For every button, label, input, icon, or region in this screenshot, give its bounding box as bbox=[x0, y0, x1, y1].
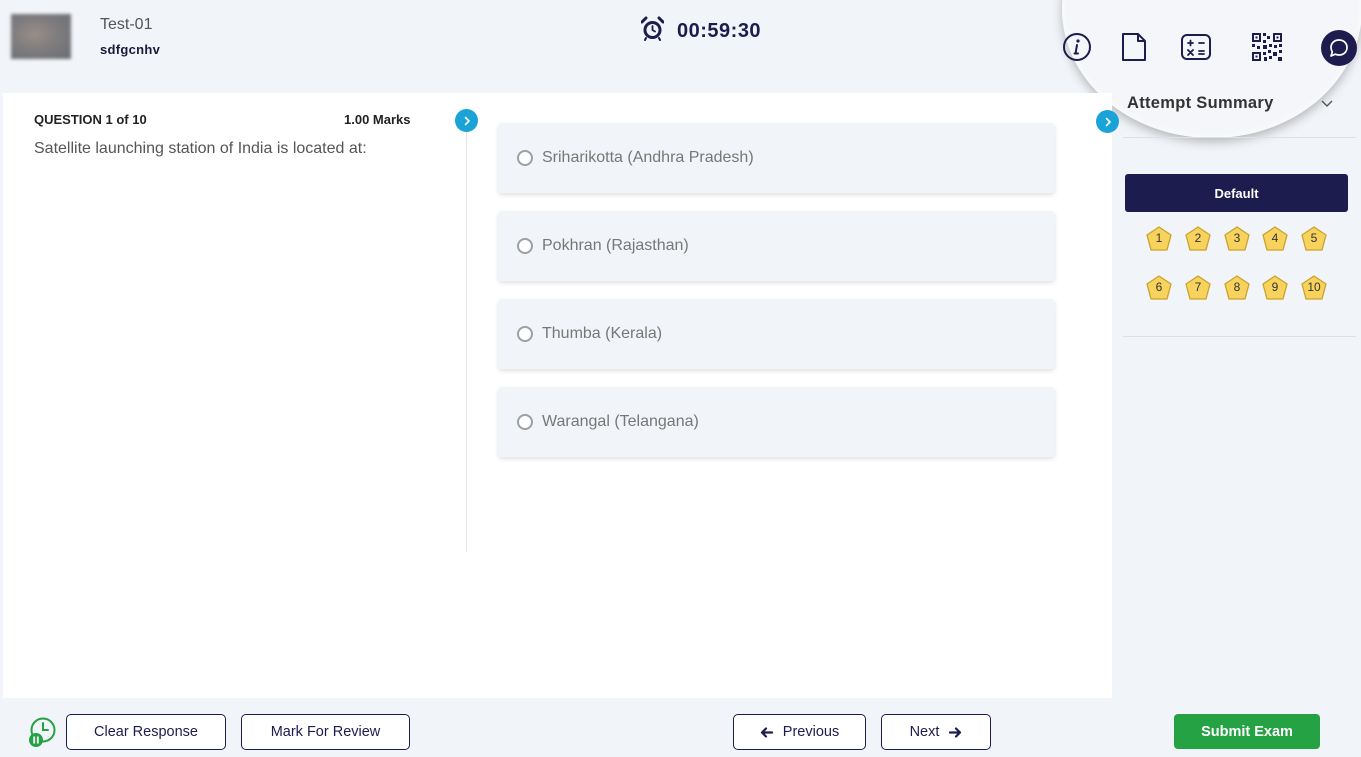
option-label: Warangal (Telangana) bbox=[542, 413, 699, 430]
question-badge-label: 9 bbox=[1271, 280, 1279, 294]
section-default-button[interactable]: Default bbox=[1125, 174, 1348, 212]
expand-question-button[interactable] bbox=[455, 109, 478, 132]
pause-timer-icon[interactable] bbox=[27, 716, 59, 748]
chevron-right-icon bbox=[464, 116, 470, 125]
option-2[interactable]: Pokhran (Rajasthan) bbox=[498, 211, 1055, 281]
user-name: sdfgcnhv bbox=[100, 42, 161, 57]
mark-for-review-label: Mark For Review bbox=[270, 724, 381, 740]
chevron-down-icon[interactable] bbox=[1321, 96, 1333, 114]
calculator-icon[interactable] bbox=[1180, 31, 1212, 63]
question-badge-5[interactable]: 5 bbox=[1300, 225, 1328, 253]
radio-button[interactable] bbox=[517, 414, 533, 430]
submit-exam-button[interactable]: Submit Exam bbox=[1174, 714, 1320, 749]
option-3[interactable]: Thumba (Kerala) bbox=[498, 299, 1055, 369]
arrow-left-icon bbox=[760, 726, 773, 738]
option-label: Sriharikotta (Andhra Pradesh) bbox=[542, 149, 754, 166]
avatar bbox=[11, 14, 71, 59]
question-badge-9[interactable]: 9 bbox=[1261, 274, 1289, 302]
option-4[interactable]: Warangal (Telangana) bbox=[498, 387, 1055, 457]
arrow-right-icon bbox=[949, 726, 962, 738]
alarm-clock-icon bbox=[640, 16, 665, 46]
option-1[interactable]: Sriharikotta (Andhra Pradesh) bbox=[498, 123, 1055, 193]
next-button[interactable]: Next bbox=[881, 714, 991, 750]
question-badge-label: 6 bbox=[1155, 280, 1163, 294]
next-label: Next bbox=[909, 724, 940, 740]
question-badge-label: 5 bbox=[1310, 231, 1318, 245]
option-label: Pokhran (Rajasthan) bbox=[542, 237, 689, 254]
previous-button[interactable]: Previous bbox=[733, 714, 866, 750]
question-badge-label: 8 bbox=[1233, 280, 1241, 294]
qr-code-icon[interactable] bbox=[1251, 31, 1283, 63]
question-badge-label: 10 bbox=[1307, 280, 1321, 294]
clear-response-label: Clear Response bbox=[94, 724, 198, 740]
question-badge-label: 1 bbox=[1155, 231, 1163, 245]
question-badge-label: 4 bbox=[1271, 231, 1279, 245]
question-badge-label: 2 bbox=[1194, 231, 1202, 245]
previous-label: Previous bbox=[782, 724, 840, 740]
chevron-right-icon bbox=[1105, 117, 1111, 126]
question-badge-3[interactable]: 3 bbox=[1223, 225, 1251, 253]
question-number: QUESTION 1 of 10 bbox=[34, 112, 147, 127]
question-badge-2[interactable]: 2 bbox=[1184, 225, 1212, 253]
test-name: Test-01 bbox=[100, 16, 153, 33]
question-badge-label: 7 bbox=[1194, 280, 1202, 294]
question-badge-10[interactable]: 10 bbox=[1300, 274, 1328, 302]
radio-button[interactable] bbox=[517, 238, 533, 254]
collapse-sidebar-button[interactable] bbox=[1096, 110, 1119, 133]
radio-button[interactable] bbox=[517, 326, 533, 342]
question-text: Satellite launching station of India is … bbox=[34, 140, 367, 157]
info-icon[interactable] bbox=[1061, 31, 1093, 63]
mark-for-review-button[interactable]: Mark For Review bbox=[241, 714, 410, 750]
question-badge-1[interactable]: 1 bbox=[1145, 225, 1173, 253]
question-badge-6[interactable]: 6 bbox=[1145, 274, 1173, 302]
question-badge-label: 3 bbox=[1233, 231, 1241, 245]
attempt-summary-title[interactable]: Attempt Summary bbox=[1127, 94, 1274, 113]
question-badge-8[interactable]: 8 bbox=[1223, 274, 1251, 302]
radio-button[interactable] bbox=[517, 150, 533, 166]
chat-icon[interactable] bbox=[1321, 30, 1357, 66]
summary-separator bbox=[1123, 137, 1356, 138]
timer: 00:59:30 bbox=[640, 16, 762, 46]
question-badge-4[interactable]: 4 bbox=[1261, 225, 1289, 253]
palette-separator bbox=[1123, 336, 1356, 337]
timer-value: 00:59:30 bbox=[677, 19, 762, 42]
question-badge-7[interactable]: 7 bbox=[1184, 274, 1212, 302]
question-marks: 1.00 Marks bbox=[344, 112, 411, 127]
clear-response-button[interactable]: Clear Response bbox=[66, 714, 226, 750]
option-label: Thumba (Kerala) bbox=[542, 325, 663, 342]
panel-divider bbox=[466, 108, 467, 552]
document-icon[interactable] bbox=[1118, 31, 1150, 63]
